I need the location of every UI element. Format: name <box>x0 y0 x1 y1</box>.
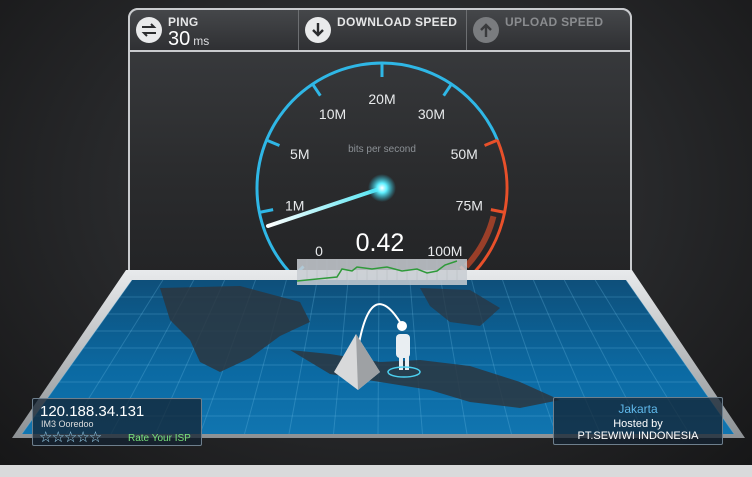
server-city[interactable]: Jakarta <box>554 402 722 416</box>
needle-hub <box>368 174 396 202</box>
client-ip: 120.188.34.131 <box>40 403 145 420</box>
gauge-tick-label: 50M <box>451 146 478 162</box>
hosted-by-label: Hosted by <box>613 418 663 430</box>
unit-caption: bits per second <box>348 144 416 155</box>
gauge-tick-label: 10M <box>319 106 346 122</box>
speed-gauge: 0 1M 5M 10M 20M 30M 50M 75M 100M bits per second… <box>255 61 509 278</box>
ping-arrows-icon <box>136 17 162 43</box>
rate-isp-link[interactable]: Rate Your ISP <box>128 433 191 444</box>
gauge-tick-label: 20M <box>368 91 395 107</box>
gauge-tick-label: 5M <box>290 146 309 162</box>
ping-section: PING 30 ms <box>130 10 298 50</box>
gauge-tick <box>265 138 281 147</box>
throughput-sparkline <box>297 259 467 285</box>
gauge-tick-label: 1M <box>285 197 304 213</box>
gauge-tick-label: 75M <box>456 197 483 213</box>
upload-arrow-icon <box>473 17 499 43</box>
top-status-bar: PING 30 ms DOWNLOAD SPEED UPLOAD SPEED <box>128 8 632 52</box>
gauge-tick <box>311 83 322 97</box>
speedtest-stage: PING 30 ms DOWNLOAD SPEED UPLOAD SPEED 0… <box>0 0 752 477</box>
gauge-tick <box>490 208 505 214</box>
gauge-tick-label: 0 <box>315 243 323 259</box>
gauge-tick <box>483 138 499 147</box>
isp-rating-stars[interactable]: ☆☆☆☆☆ <box>39 428 102 446</box>
server-info-panel[interactable]: Jakarta Hosted by PT.SEWIWI INDONESIA <box>553 397 723 445</box>
download-speed-section: DOWNLOAD SPEED <box>298 10 466 50</box>
gauge-tick-label: 30M <box>418 106 445 122</box>
download-arrow-icon <box>305 17 331 43</box>
bottom-strip <box>0 465 752 477</box>
upload-speed-section: UPLOAD SPEED <box>466 10 630 50</box>
gauge-tick <box>259 208 274 214</box>
ping-value: 30 ms <box>168 28 210 50</box>
gauge-tick-label: 100M <box>427 243 462 259</box>
client-info-panel: 120.188.34.131 IM3 Ooredoo ☆☆☆☆☆ Rate Yo… <box>32 398 202 446</box>
speed-readout: 0.42 <box>356 229 405 257</box>
user-location-icon <box>397 321 407 331</box>
upload-label: UPLOAD SPEED <box>505 15 604 29</box>
gauge-tick <box>442 83 453 97</box>
ping-label: PING <box>168 15 199 29</box>
download-label: DOWNLOAD SPEED <box>337 15 458 29</box>
server-org: PT.SEWIWI INDONESIA <box>577 430 699 442</box>
